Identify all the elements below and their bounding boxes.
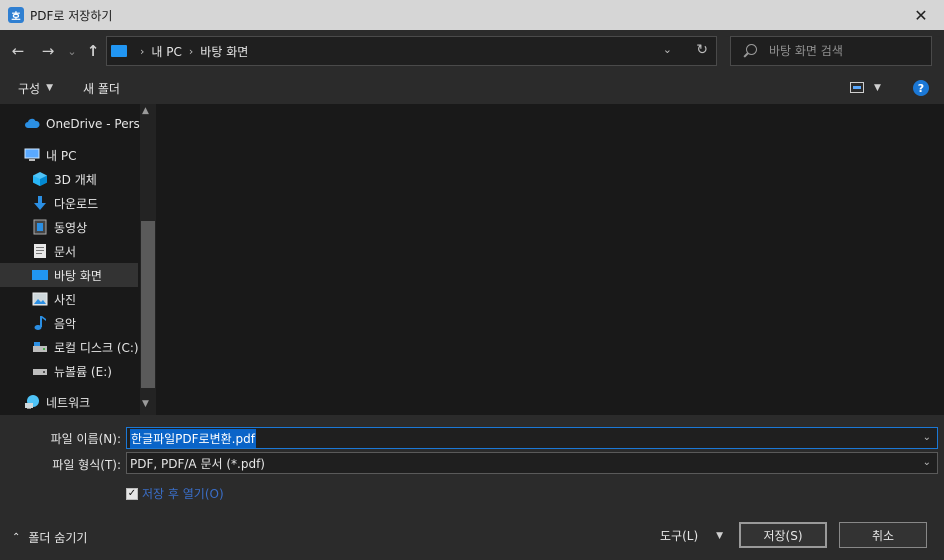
sidebar-item-local-disk-c[interactable]: 로컬 디스크 (C:) (0, 335, 140, 359)
sidebar-item-label: OneDrive - Personal (46, 117, 140, 131)
sidebar-item-label: 내 PC (46, 148, 77, 163)
chevron-down-icon[interactable]: ⌄ (923, 457, 931, 468)
sidebar-item-label: 뉴볼륨 (E:) (54, 364, 112, 379)
save-button[interactable]: 저장(S) (739, 522, 827, 548)
network-icon (24, 394, 40, 410)
refresh-icon[interactable]: ↻ (696, 42, 708, 58)
sidebar-item-downloads[interactable]: 다운로드 (0, 191, 140, 215)
sidebar-item-label: 사진 (54, 292, 77, 307)
filetype-select[interactable]: PDF, PDF/A 문서 (*.pdf) ⌄ (126, 452, 938, 474)
computer-icon (24, 147, 40, 163)
forward-button[interactable]: → (36, 39, 60, 63)
sidebar-item-3d-objects[interactable]: 3D 개체 (0, 167, 140, 191)
tools-button[interactable]: 도구(L) ▼ (660, 527, 723, 544)
cube-icon (32, 171, 48, 187)
cancel-button[interactable]: 취소 (839, 522, 927, 548)
address-bar[interactable]: › 내 PC › 바탕 화면 ⌄ ↻ (106, 36, 717, 66)
sidebar-item-new-volume-e[interactable]: 뉴볼륨 (E:) (0, 359, 140, 383)
scroll-down-icon[interactable]: ▼ (142, 399, 149, 409)
open-after-save-label[interactable]: 저장 후 열기(O) (142, 485, 224, 502)
filename-input[interactable]: 한글파일PDF로변환.pdf ⌄ (126, 427, 938, 449)
open-after-save-option[interactable]: ✓ 저장 후 열기(O) (126, 485, 224, 502)
sidebar-item-network[interactable]: 네트워크 (0, 390, 140, 414)
breadcrumb-item-desktop[interactable]: 바탕 화면 (200, 43, 248, 60)
picture-icon (32, 291, 48, 307)
caret-down-icon: ▼ (874, 82, 881, 93)
chevron-down-icon[interactable]: ⌄ (923, 432, 931, 443)
drive-icon (32, 363, 48, 379)
view-options-button[interactable]: ▼ (850, 82, 881, 93)
open-after-save-checkbox[interactable]: ✓ (126, 487, 138, 500)
video-icon (32, 219, 48, 235)
filetype-label: 파일 형식(T): (52, 458, 121, 472)
search-icon (743, 44, 757, 58)
sidebar-item-label: 문서 (54, 244, 77, 259)
sidebar-item-label: 음악 (54, 316, 77, 331)
navigation-bar: ← → ⌄ ↑ › 내 PC › 바탕 화면 ⌄ ↻ (0, 30, 944, 72)
view-icon (850, 82, 864, 93)
download-icon (32, 195, 48, 211)
hancom-app-icon: 호 (8, 7, 24, 23)
search-input[interactable] (769, 44, 929, 58)
organize-label: 구성 (18, 81, 41, 96)
navigation-pane[interactable]: OneDrive - Personal 내 PC 3D 개체 다운로드 동영상 … (0, 104, 156, 415)
sidebar-item-music[interactable]: 음악 (0, 311, 140, 335)
sidebar-scrollbar-thumb[interactable] (141, 221, 155, 388)
sidebar-item-label: 3D 개체 (54, 172, 97, 187)
new-folder-button[interactable]: 새 폴더 (83, 80, 120, 97)
sidebar-item-pictures[interactable]: 사진 (0, 287, 140, 311)
breadcrumb-separator-icon: › (188, 44, 194, 58)
scroll-up-icon[interactable]: ▲ (142, 106, 149, 116)
filetype-value: PDF, PDF/A 문서 (*.pdf) (130, 456, 265, 471)
close-button[interactable]: ✕ (898, 0, 944, 30)
help-icon[interactable]: ? (913, 80, 929, 96)
sidebar-item-desktop[interactable]: 바탕 화면 (0, 263, 138, 287)
address-dropdown-icon[interactable]: ⌄ (663, 43, 672, 56)
tools-label: 도구(L) (660, 529, 699, 543)
pc-icon (111, 45, 127, 57)
cloud-icon (24, 116, 40, 132)
search-box[interactable] (730, 36, 932, 66)
sidebar-item-label: 로컬 디스크 (C:) (54, 340, 139, 355)
up-button[interactable]: ↑ (81, 39, 105, 63)
caret-down-icon: ▼ (46, 83, 54, 93)
save-form-panel: 파일 이름(N): 한글파일PDF로변환.pdf ⌄ 파일 형식(T): PDF… (0, 415, 944, 560)
filename-value: 한글파일PDF로변환.pdf (130, 428, 256, 448)
music-icon (32, 315, 48, 331)
caret-down-icon: ▼ (716, 530, 724, 541)
sidebar-item-documents[interactable]: 문서 (0, 239, 140, 263)
back-button[interactable]: ← (6, 39, 30, 63)
breadcrumb-separator-icon: › (140, 44, 145, 58)
hide-folders-button[interactable]: ⌃ 폴더 숨기기 (12, 529, 87, 546)
sidebar-item-label: 네트워크 (46, 395, 91, 410)
sidebar-item-label: 바탕 화면 (54, 268, 102, 283)
drive-icon (32, 339, 48, 355)
sidebar-item-my-pc[interactable]: 내 PC (0, 143, 140, 167)
sidebar-item-videos[interactable]: 동영상 (0, 215, 140, 239)
chevron-up-icon: ⌃ (12, 532, 21, 543)
organize-button[interactable]: 구성 ▼ (18, 80, 53, 97)
window-title: PDF로 저장하기 (30, 8, 113, 23)
file-list-pane[interactable] (157, 104, 944, 415)
sidebar-item-label: 다운로드 (54, 196, 99, 211)
hide-folders-label: 폴더 숨기기 (28, 531, 88, 545)
desktop-icon (32, 267, 48, 283)
filename-label: 파일 이름(N): (50, 432, 121, 446)
title-bar: 호 PDF로 저장하기 ✕ (0, 0, 944, 30)
document-icon (32, 243, 48, 259)
command-toolbar: 구성 ▼ 새 폴더 ▼ ? (0, 72, 944, 104)
sidebar-item-onedrive[interactable]: OneDrive - Personal (0, 112, 140, 136)
sidebar-item-label: 동영상 (54, 220, 88, 235)
breadcrumb-item-pc[interactable]: 내 PC (151, 43, 181, 60)
